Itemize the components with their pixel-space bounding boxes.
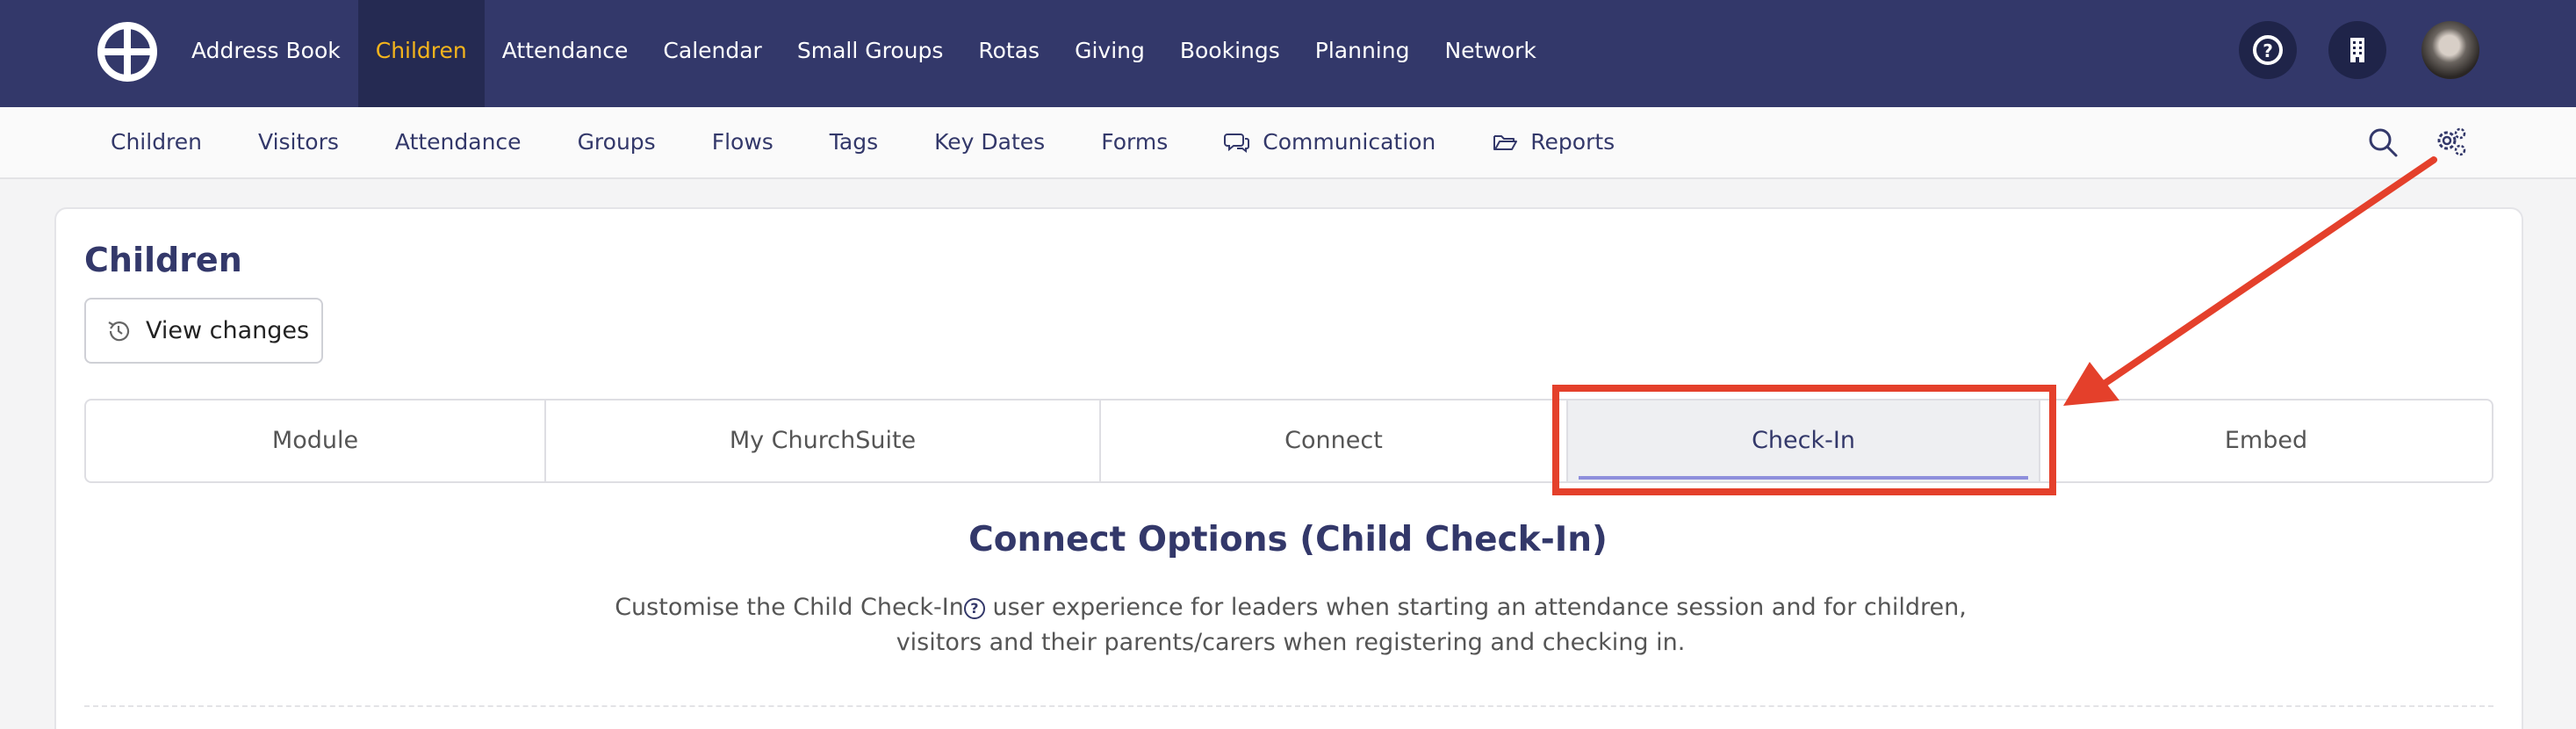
building-icon	[2350, 38, 2364, 62]
annotation-highlight-box	[1552, 385, 2056, 495]
sub-nav-item-tags[interactable]: Tags	[802, 107, 906, 177]
churchsuite-logo-icon[interactable]	[97, 21, 158, 83]
main-nav: Address Book Children Attendance Calenda…	[174, 0, 1554, 107]
main-nav-item-calendar[interactable]: Calendar	[645, 0, 779, 107]
sub-nav-label-reports: Reports	[1530, 129, 1615, 155]
organisation-button[interactable]	[2328, 21, 2386, 79]
main-nav-item-bookings[interactable]: Bookings	[1162, 0, 1298, 107]
settings-gears-icon[interactable]	[2434, 125, 2469, 160]
tab-embed[interactable]: Embed	[2040, 401, 2492, 481]
main-nav-item-planning[interactable]: Planning	[1298, 0, 1428, 107]
avatar[interactable]	[2421, 21, 2479, 79]
chat-bubbles-icon	[1224, 134, 1250, 153]
divider	[84, 705, 2493, 707]
main-nav-item-network[interactable]: Network	[1427, 0, 1553, 107]
sub-navigation-bar: Children Visitors Attendance Groups Flow…	[0, 107, 2576, 179]
sub-nav-item-groups[interactable]: Groups	[550, 107, 684, 177]
sub-nav-item-communication[interactable]: Communication	[1196, 107, 1464, 177]
tab-module[interactable]: Module	[86, 401, 546, 481]
sub-nav-item-visitors[interactable]: Visitors	[230, 107, 367, 177]
main-nav-item-rotas[interactable]: Rotas	[961, 0, 1057, 107]
view-changes-button[interactable]: View changes	[84, 298, 323, 364]
sub-nav-item-children[interactable]: Children	[83, 107, 230, 177]
sub-nav-item-key-dates[interactable]: Key Dates	[906, 107, 1073, 177]
sub-nav: Children Visitors Attendance Groups Flow…	[83, 107, 1643, 177]
svg-text:?: ?	[2263, 40, 2273, 61]
section-title: Connect Options (Child Check-In)	[968, 520, 1608, 559]
page-title: Children	[84, 241, 242, 279]
search-icon[interactable]	[2365, 125, 2400, 160]
section-description-part1: Customise the Child Check-In	[615, 594, 964, 621]
section-description-part2: user experience for leaders when startin…	[896, 594, 1967, 656]
help-icon: ?	[2253, 35, 2283, 65]
sub-nav-item-forms[interactable]: Forms	[1073, 107, 1196, 177]
help-circle-icon[interactable]: ?	[963, 597, 985, 619]
sub-nav-item-attendance[interactable]: Attendance	[367, 107, 550, 177]
tab-my-churchsuite[interactable]: My ChurchSuite	[546, 401, 1101, 481]
main-nav-item-children[interactable]: Children	[357, 0, 485, 107]
help-button[interactable]: ?	[2239, 21, 2297, 79]
view-changes-label: View changes	[146, 317, 310, 344]
section-description: Customise the Child Check-In? user exper…	[606, 590, 1975, 660]
main-nav-item-small-groups[interactable]: Small Groups	[780, 0, 961, 107]
sub-nav-item-flows[interactable]: Flows	[684, 107, 802, 177]
main-nav-item-address-book[interactable]: Address Book	[174, 0, 358, 107]
top-navigation-bar: Address Book Children Attendance Calenda…	[0, 0, 2576, 107]
main-nav-item-giving[interactable]: Giving	[1057, 0, 1162, 107]
tab-connect[interactable]: Connect	[1101, 401, 1568, 481]
sub-nav-item-reports[interactable]: Reports	[1464, 107, 1643, 177]
sub-nav-label-communication: Communication	[1263, 129, 1436, 155]
folder-open-icon	[1493, 135, 1518, 150]
history-icon	[108, 321, 130, 341]
main-nav-item-attendance[interactable]: Attendance	[485, 0, 646, 107]
settings-tabs: Module My ChurchSuite Connect Check-In E…	[84, 399, 2493, 483]
